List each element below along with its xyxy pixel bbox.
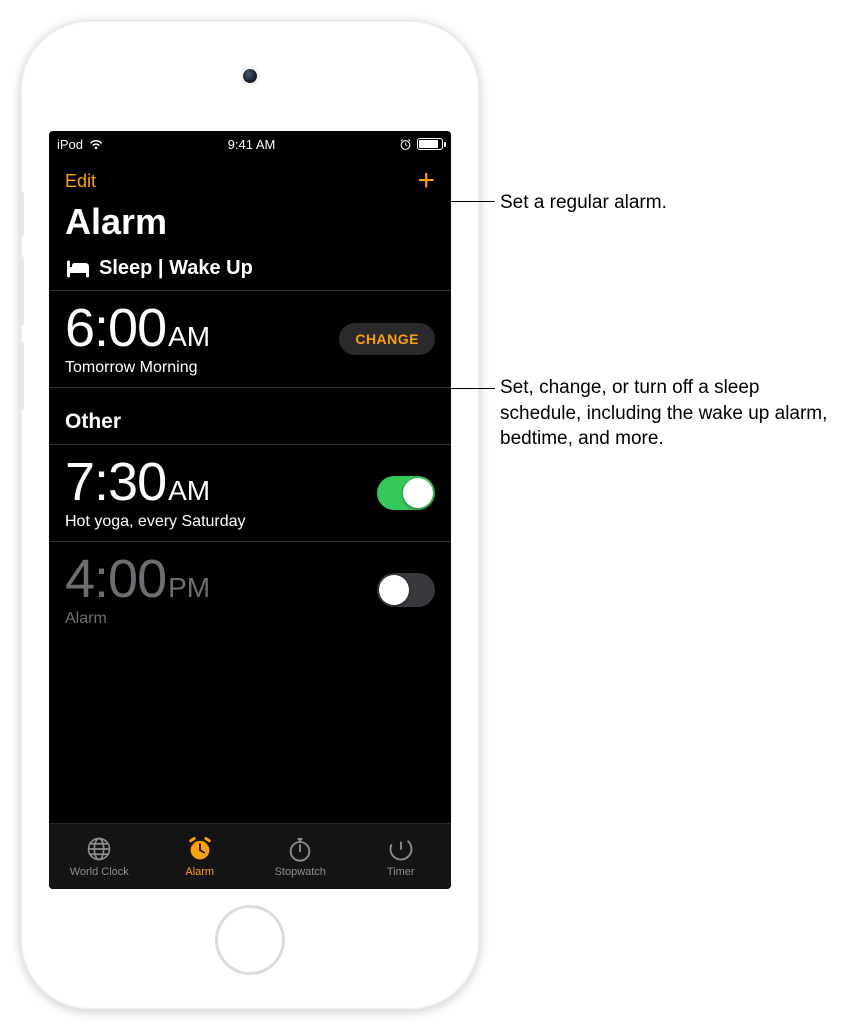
alarm-subtitle: Alarm — [65, 610, 210, 628]
status-bar: iPod 9:41 AM — [49, 131, 451, 157]
nav-bar: Edit + — [49, 157, 451, 197]
alarm-subtitle: Hot yoga, every Saturday — [65, 513, 246, 531]
callout-leader-line — [430, 201, 495, 202]
sleep-subtitle: Tomorrow Morning — [65, 359, 210, 377]
tab-label: World Clock — [70, 866, 129, 878]
sleep-section-label: Sleep | Wake Up — [99, 257, 253, 280]
alarm-ampm: PM — [168, 572, 210, 604]
globe-icon — [85, 835, 113, 863]
tab-label: Alarm — [185, 866, 214, 878]
sleep-wake-row: 6:00 AM Tomorrow Morning CHANGE — [49, 291, 451, 388]
alarm-toggle[interactable] — [377, 573, 435, 607]
stopwatch-icon — [286, 835, 314, 863]
other-section-header: Other — [49, 388, 451, 445]
alarm-time: 7:30 — [65, 455, 166, 509]
alarm-row[interactable]: 7:30 AM Hot yoga, every Saturday — [49, 445, 451, 542]
tab-bar: World Clock Alarm Stopwatch Timer — [49, 823, 451, 889]
carrier-label: iPod — [57, 137, 83, 152]
alarm-row[interactable]: 4:00 PM Alarm — [49, 542, 451, 638]
home-button[interactable] — [215, 905, 285, 975]
alarm-status-icon — [399, 138, 412, 151]
alarm-time: 4:00 — [65, 552, 166, 606]
callout-leader-line — [420, 388, 495, 389]
sleep-section-header: Sleep | Wake Up — [49, 257, 451, 291]
tab-label: Stopwatch — [275, 866, 326, 878]
tab-stopwatch[interactable]: Stopwatch — [250, 824, 351, 889]
edit-button[interactable]: Edit — [65, 171, 96, 192]
screen: iPod 9:41 AM Edit + Alarm Sleep | Wake — [49, 131, 451, 889]
mute-switch — [18, 191, 24, 236]
sleep-ampm: AM — [168, 321, 210, 353]
timer-icon — [387, 835, 415, 863]
volume-up-button — [18, 256, 24, 326]
alarm-ampm: AM — [168, 475, 210, 507]
sleep-time: 6:00 — [65, 301, 166, 355]
alarm-clock-icon — [186, 835, 214, 863]
alarm-toggle[interactable] — [377, 476, 435, 510]
ipod-device-frame: iPod 9:41 AM Edit + Alarm Sleep | Wake — [20, 20, 480, 1010]
tab-world-clock[interactable]: World Clock — [49, 824, 150, 889]
change-sleep-button[interactable]: CHANGE — [339, 323, 435, 355]
callout-change-sleep: Set, change, or turn off a sleep schedul… — [500, 375, 840, 452]
tab-alarm[interactable]: Alarm — [150, 824, 251, 889]
status-time: 9:41 AM — [228, 137, 276, 152]
bed-icon — [65, 260, 91, 278]
wifi-icon — [88, 138, 104, 150]
volume-down-button — [18, 341, 24, 411]
page-title: Alarm — [49, 197, 451, 257]
tab-label: Timer — [387, 866, 415, 878]
battery-icon — [417, 138, 443, 150]
callout-add-alarm: Set a regular alarm. — [500, 190, 830, 216]
front-camera — [243, 69, 257, 83]
tab-timer[interactable]: Timer — [351, 824, 452, 889]
add-alarm-button[interactable]: + — [417, 171, 435, 191]
